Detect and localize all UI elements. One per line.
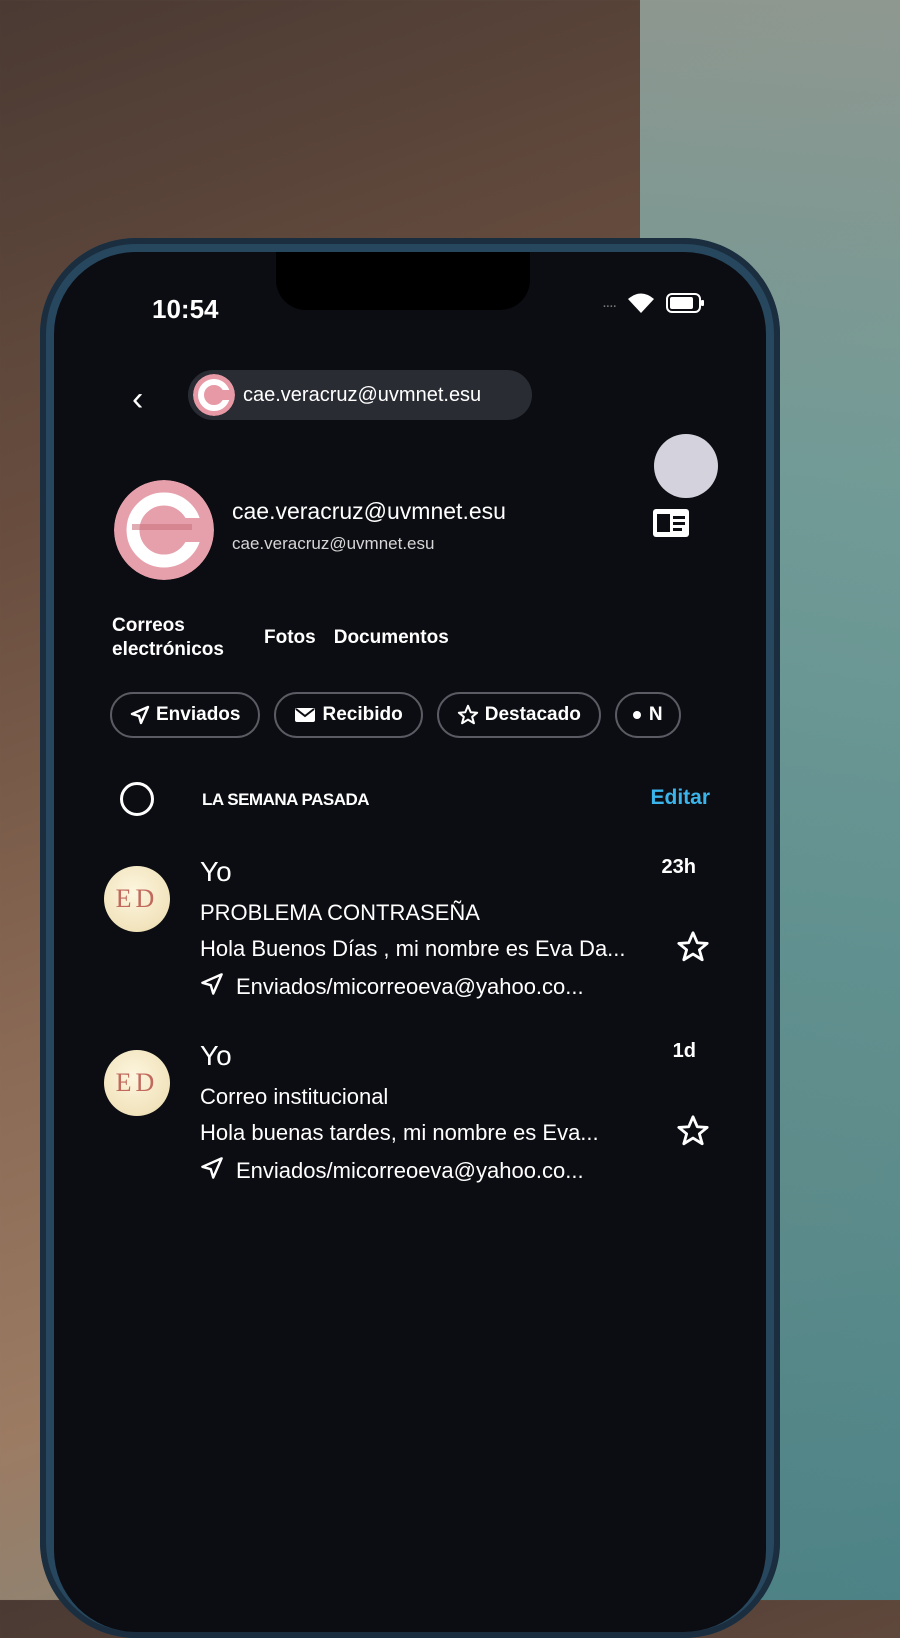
email-sender: Yo (200, 1040, 232, 1071)
star-icon (457, 704, 479, 726)
email-subject: PROBLEMA CONTRASEÑA (200, 900, 480, 925)
phone-screen: 10:54 .... ‹ cae.veracruz@uvmnet.esu cae… (54, 252, 766, 1632)
tab-documents[interactable]: Documentos (334, 627, 449, 649)
notch (276, 252, 530, 310)
dot-icon (631, 709, 643, 721)
email-subject: Correo institucional (200, 1084, 389, 1109)
envelope-icon (294, 706, 316, 724)
edit-button[interactable]: Editar (650, 786, 710, 810)
filter-more[interactable]: N (614, 692, 681, 738)
status-time: 10:54 (152, 294, 219, 324)
tab-emails[interactable]: Correos electrónicos (112, 614, 246, 662)
chevron-left-icon: ‹ (132, 380, 144, 418)
content-tabs: Correos electrónicos Fotos Documentos (112, 614, 449, 662)
filter-more-label: N (648, 704, 663, 725)
star-icon[interactable] (676, 930, 710, 969)
email-preview: Hola buenas tardes, mi nombre es Eva... (200, 1120, 599, 1145)
wifi-icon (626, 292, 656, 314)
filter-chips: Enviados Recibido Destacado N (110, 692, 681, 738)
email-folder-label: Enviados/micorreoeva@yahoo.co... (236, 1158, 584, 1183)
sender-avatar: ED (104, 866, 170, 932)
profile-email: cae.veracruz@uvmnet.esu (232, 534, 435, 553)
floating-action-button[interactable] (654, 434, 718, 498)
star-icon[interactable] (676, 1114, 710, 1153)
filter-sent[interactable]: Enviados (110, 692, 261, 738)
back-button[interactable]: ‹ (132, 380, 143, 419)
contact-card-icon[interactable] (652, 508, 690, 543)
email-folder: Enviados/micorreoeva@yahoo.co... (200, 1156, 584, 1186)
tab-photos[interactable]: Fotos (264, 627, 316, 649)
signal-icon: .... (602, 294, 617, 311)
send-icon (200, 972, 224, 1002)
account-selector[interactable]: cae.veracruz@uvmnet.esu (188, 370, 532, 420)
account-email: cae.veracruz@uvmnet.esu (243, 383, 482, 406)
email-folder-label: Enviados/micorreoeva@yahoo.co... (236, 974, 584, 999)
select-all-checkbox[interactable] (120, 782, 154, 816)
email-row[interactable]: ED Yo 23h PROBLEMA CONTRASEÑA Hola Bueno… (100, 856, 720, 1006)
profile-name: cae.veracruz@uvmnet.esu (232, 498, 506, 524)
email-preview: Hola Buenos Días , mi nombre es Eva Da..… (200, 936, 626, 961)
filter-received[interactable]: Recibido (274, 692, 423, 738)
section-title: LA SEMANA PASADA (202, 790, 370, 809)
filter-starred-label: Destacado (484, 704, 581, 725)
filter-starred[interactable]: Destacado (436, 692, 601, 738)
status-indicators: .... (602, 292, 706, 314)
filter-sent-label: Enviados (156, 704, 241, 725)
email-time: 23h (661, 856, 696, 878)
send-icon (200, 1156, 224, 1186)
section-header: LA SEMANA PASADA Editar (120, 780, 710, 824)
send-icon (130, 705, 150, 725)
account-avatar (193, 374, 235, 416)
filter-received-label: Recibido (322, 704, 403, 725)
email-folder: Enviados/micorreoeva@yahoo.co... (200, 972, 584, 1002)
battery-icon (666, 292, 706, 314)
email-row[interactable]: ED Yo 1d Correo institucional Hola buena… (100, 1040, 720, 1190)
profile-avatar (114, 480, 214, 580)
sender-avatar: ED (104, 1050, 170, 1116)
email-time: 1d (672, 1040, 696, 1062)
email-sender: Yo (200, 856, 232, 887)
